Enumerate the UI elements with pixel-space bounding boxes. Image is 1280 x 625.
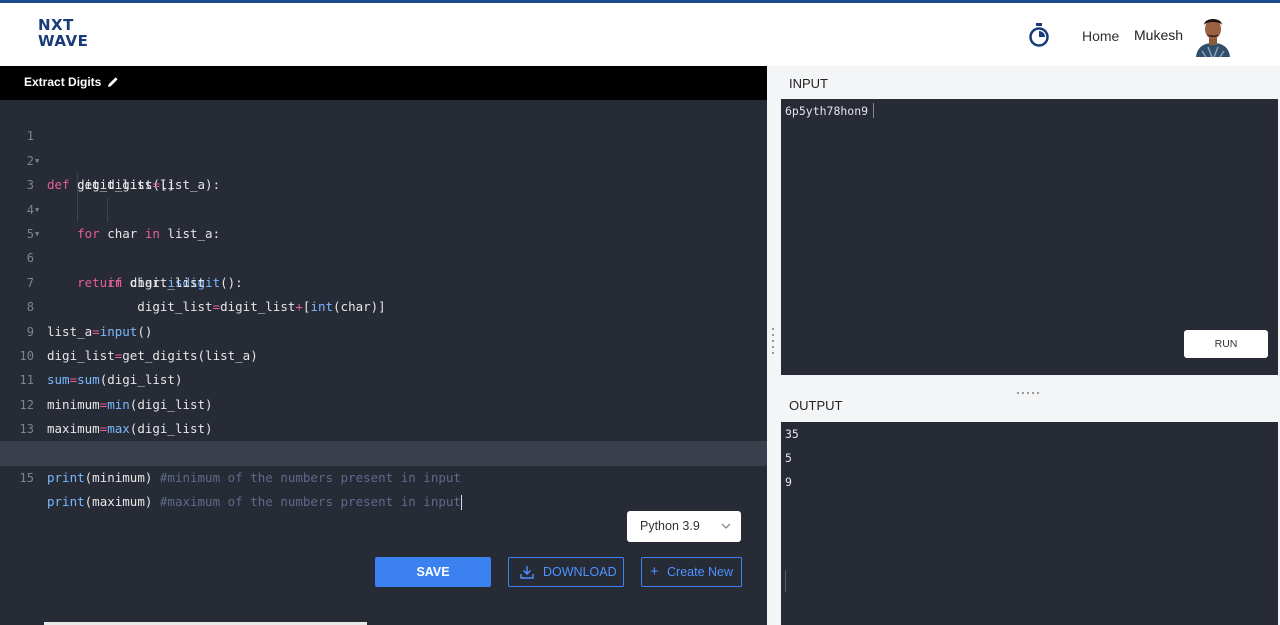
download-icon (520, 566, 534, 579)
create-new-button[interactable]: + Create New (641, 557, 742, 587)
stopwatch-icon[interactable] (1028, 23, 1050, 47)
vertical-resize-handle[interactable] (772, 328, 775, 358)
problem-title[interactable]: Extract Digits (24, 75, 101, 89)
pencil-icon[interactable] (107, 76, 119, 88)
output-panel: 35 5 9 (781, 422, 1278, 625)
plus-icon: + (650, 563, 659, 580)
user-avatar[interactable] (1194, 13, 1232, 57)
code-line[interactable]: 10 sum=sum(digi_list) (0, 320, 767, 387)
indent-guide (107, 197, 108, 222)
code-area[interactable]: 1 ▼ def get_digits(list_a): 2 digit_list… (0, 100, 767, 511)
output-line: 9 (785, 475, 792, 489)
logo-line-1: NXT (38, 16, 74, 34)
output-label: OUTPUT (789, 398, 843, 413)
input-label: INPUT (789, 76, 828, 91)
io-pane: INPUT 6p5yth78hon9 RUN OUTPUT 35 5 9 (767, 66, 1280, 625)
code-line[interactable]: 8 list_a=input() (0, 271, 767, 338)
text-cursor (460, 495, 462, 511)
code-line[interactable]: 1 ▼ def get_digits(list_a): (0, 100, 767, 192)
code-line[interactable]: 4 ▼ if char.isdigit(): (0, 173, 767, 290)
code-line[interactable]: 5 digit_list=digit_list+[int(char)] (0, 197, 767, 314)
code-line[interactable]: 9 digi_list=get_digits(list_a) (0, 295, 767, 363)
download-label: DOWNLOAD (543, 565, 617, 579)
input-value: 6p5yth78hon9 (785, 104, 869, 118)
language-value: Python 3.9 (640, 519, 700, 533)
code-text: print(maximum) #maximum of the numbers p… (47, 494, 462, 511)
save-button[interactable]: SAVE (375, 557, 491, 587)
code-text: print(minimum) #minimum of the numbers p… (47, 469, 461, 485)
code-line[interactable]: 13 print(sum) #sum of the digits present… (0, 393, 767, 460)
language-select[interactable]: Python 3.9 (627, 511, 741, 542)
nxtwave-logo[interactable]: NXT WAVE (38, 17, 98, 53)
indent-guide (77, 197, 78, 222)
app-header: NXT WAVE Home Mukesh (0, 3, 1280, 66)
output-cursor (785, 570, 786, 592)
code-editor-pane: Extract Digits 1 ▼ def get_digits(list_a… (0, 66, 767, 625)
input-editor[interactable]: 6p5yth78hon9 RUN (781, 99, 1278, 375)
nav-home-link[interactable]: Home (1082, 28, 1119, 44)
indent-guide (77, 173, 78, 198)
chevron-down-icon (721, 523, 731, 529)
output-line: 5 (785, 451, 792, 465)
code-line[interactable]: 11 minimum=min(digi_list) (0, 344, 767, 411)
horizontal-resize-handle[interactable] (1017, 381, 1047, 394)
code-line[interactable]: 3 ▼ for char in list_a: (0, 149, 767, 241)
code-line[interactable]: 14 print(minimum) #minimum of the number… (0, 417, 767, 484)
code-line[interactable]: 7 (0, 246, 767, 290)
user-name[interactable]: Mukesh (1134, 27, 1183, 43)
editor-title-bar: Extract Digits (0, 66, 767, 100)
download-button[interactable]: DOWNLOAD (508, 557, 624, 587)
create-new-label: Create New (667, 565, 733, 579)
code-line[interactable]: 2 digit_list=[] (0, 124, 767, 192)
line-number: 15 (19, 470, 34, 485)
logo-line-2: WAVE (38, 32, 89, 50)
output-line: 35 (785, 427, 799, 441)
code-line-active[interactable]: 15 print(maximum) #maximum of the number… (0, 441, 767, 511)
code-line[interactable]: 6 return digit_list (0, 222, 767, 289)
code-line[interactable]: 12 maximum=max(digi_list) (0, 368, 767, 436)
input-cursor (873, 103, 874, 118)
run-button[interactable]: RUN (1184, 330, 1268, 358)
